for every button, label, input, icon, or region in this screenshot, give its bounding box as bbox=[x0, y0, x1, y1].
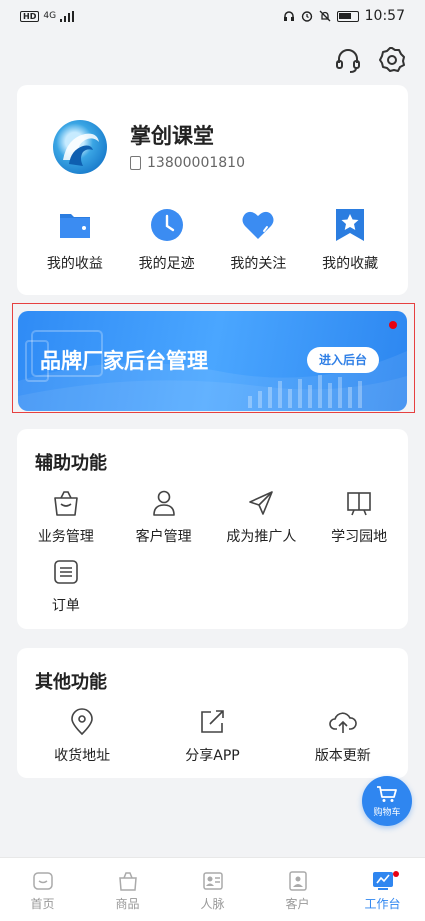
tab-products[interactable]: 商品 bbox=[85, 858, 170, 921]
enter-admin-button[interactable]: 进入后台 bbox=[306, 347, 379, 373]
phone-number: 13800001810 bbox=[147, 155, 245, 171]
other-item-address[interactable]: 收货地址 bbox=[17, 708, 147, 765]
assist-item-label: 客户管理 bbox=[135, 529, 192, 545]
notice-board-icon bbox=[347, 492, 371, 516]
tab-home[interactable]: 首页 bbox=[0, 858, 85, 921]
signal-icon bbox=[60, 10, 75, 22]
assist-item-customers[interactable]: 客户管理 bbox=[115, 489, 213, 546]
hd-indicator: HD bbox=[20, 10, 40, 22]
phone-icon bbox=[130, 156, 141, 170]
brand-admin-banner[interactable]: 品牌厂家后台管理 进入后台 bbox=[18, 311, 407, 411]
settings-icon[interactable] bbox=[377, 45, 407, 75]
order-list-icon bbox=[54, 560, 78, 584]
headset-icon[interactable] bbox=[333, 45, 363, 75]
quick-link-label: 我的收益 bbox=[46, 256, 103, 272]
cloud-upload-icon bbox=[329, 712, 357, 733]
other-functions-card: 其他功能 收货地址 分享APP 版本更新 bbox=[17, 648, 408, 778]
status-bar: HD 4G 10:57 bbox=[0, 0, 425, 32]
tab-label: 工作台 bbox=[364, 897, 401, 911]
assist-grid: 业务管理 客户管理 成为推广人 学习园地 订单 bbox=[17, 489, 408, 615]
banner-title: 品牌厂家后台管理 bbox=[40, 349, 208, 373]
section-title: 其他功能 bbox=[35, 672, 107, 693]
assist-item-learning[interactable]: 学习园地 bbox=[310, 489, 408, 546]
quick-link-earnings[interactable]: 我的收益 bbox=[35, 207, 115, 273]
mute-bell-icon bbox=[319, 10, 331, 22]
profile-phone: 13800001810 bbox=[130, 155, 245, 171]
assist-item-promoter[interactable]: 成为推广人 bbox=[213, 489, 311, 546]
quick-links: 我的收益 我的足迹 我的关注 我的收藏 bbox=[17, 207, 408, 273]
header-actions bbox=[333, 45, 407, 75]
tab-label: 商品 bbox=[115, 897, 140, 911]
other-item-share[interactable]: 分享APP bbox=[147, 708, 277, 765]
other-item-label: 分享APP bbox=[185, 748, 240, 764]
logo-wave-icon bbox=[63, 133, 99, 166]
customer-icon bbox=[288, 871, 307, 891]
other-item-label: 收货地址 bbox=[54, 748, 111, 764]
other-grid: 收货地址 分享APP 版本更新 bbox=[17, 708, 408, 765]
quick-link-favorites[interactable]: 我的收藏 bbox=[310, 207, 390, 273]
wallet-icon bbox=[59, 214, 90, 238]
cart-button[interactable]: 购物车 bbox=[362, 776, 412, 826]
contact-card-icon bbox=[202, 872, 223, 890]
section-title: 辅助功能 bbox=[35, 453, 107, 474]
assist-item-business[interactable]: 业务管理 bbox=[17, 489, 115, 546]
profile-card: 掌创课堂 13800001810 我的收益 我的足迹 我的关注 我的收藏 bbox=[17, 85, 408, 295]
notification-dot bbox=[389, 321, 397, 329]
assist-item-label: 成为推广人 bbox=[226, 529, 297, 545]
tab-customers[interactable]: 客户 bbox=[255, 858, 340, 921]
send-icon bbox=[249, 491, 274, 515]
headphone-status-icon bbox=[283, 11, 294, 21]
battery-icon bbox=[336, 10, 359, 22]
share-icon bbox=[201, 710, 225, 733]
heart-icon bbox=[242, 211, 274, 239]
workbench-icon bbox=[372, 872, 393, 890]
profile-name: 掌创课堂 bbox=[130, 124, 214, 148]
tab-contacts[interactable]: 人脉 bbox=[170, 858, 255, 921]
clock-icon bbox=[150, 209, 183, 241]
other-item-label: 版本更新 bbox=[314, 748, 371, 764]
assist-item-label: 业务管理 bbox=[37, 529, 94, 545]
quick-link-label: 我的关注 bbox=[230, 256, 287, 272]
bag-icon bbox=[118, 872, 137, 891]
assist-item-orders[interactable]: 订单 bbox=[17, 558, 115, 615]
network-indicator: 4G bbox=[43, 11, 57, 21]
bottom-tab-bar: 首页 商品 人脉 客户 工作台 bbox=[0, 857, 425, 921]
quick-link-label: 我的收藏 bbox=[322, 256, 379, 272]
assist-item-label: 订单 bbox=[51, 598, 80, 614]
clock-time: 10:57 bbox=[364, 8, 405, 24]
avatar[interactable] bbox=[53, 120, 107, 174]
assist-functions-card: 辅助功能 业务管理 客户管理 成为推广人 学习园地 订单 bbox=[17, 429, 408, 629]
tab-label: 人脉 bbox=[200, 897, 225, 911]
shopping-bag-icon bbox=[54, 491, 78, 516]
assist-item-label: 学习园地 bbox=[331, 529, 388, 545]
home-icon bbox=[32, 872, 53, 890]
location-pin-icon bbox=[71, 708, 93, 736]
user-icon bbox=[152, 490, 175, 516]
star-bookmark-icon bbox=[336, 209, 365, 241]
quick-link-label: 我的足迹 bbox=[138, 256, 195, 272]
alarm-icon bbox=[301, 11, 312, 22]
tab-label: 首页 bbox=[30, 897, 55, 911]
tab-badge-dot bbox=[392, 871, 399, 877]
quick-link-footprint[interactable]: 我的足迹 bbox=[127, 207, 207, 273]
cart-label: 购物车 bbox=[373, 807, 401, 818]
status-right: 10:57 bbox=[283, 8, 405, 24]
other-item-update[interactable]: 版本更新 bbox=[278, 708, 408, 765]
tab-label: 客户 bbox=[285, 897, 310, 911]
status-left: HD 4G bbox=[20, 10, 75, 22]
cart-icon bbox=[377, 785, 397, 802]
tab-workbench[interactable]: 工作台 bbox=[340, 858, 425, 921]
quick-link-follow[interactable]: 我的关注 bbox=[218, 207, 298, 273]
